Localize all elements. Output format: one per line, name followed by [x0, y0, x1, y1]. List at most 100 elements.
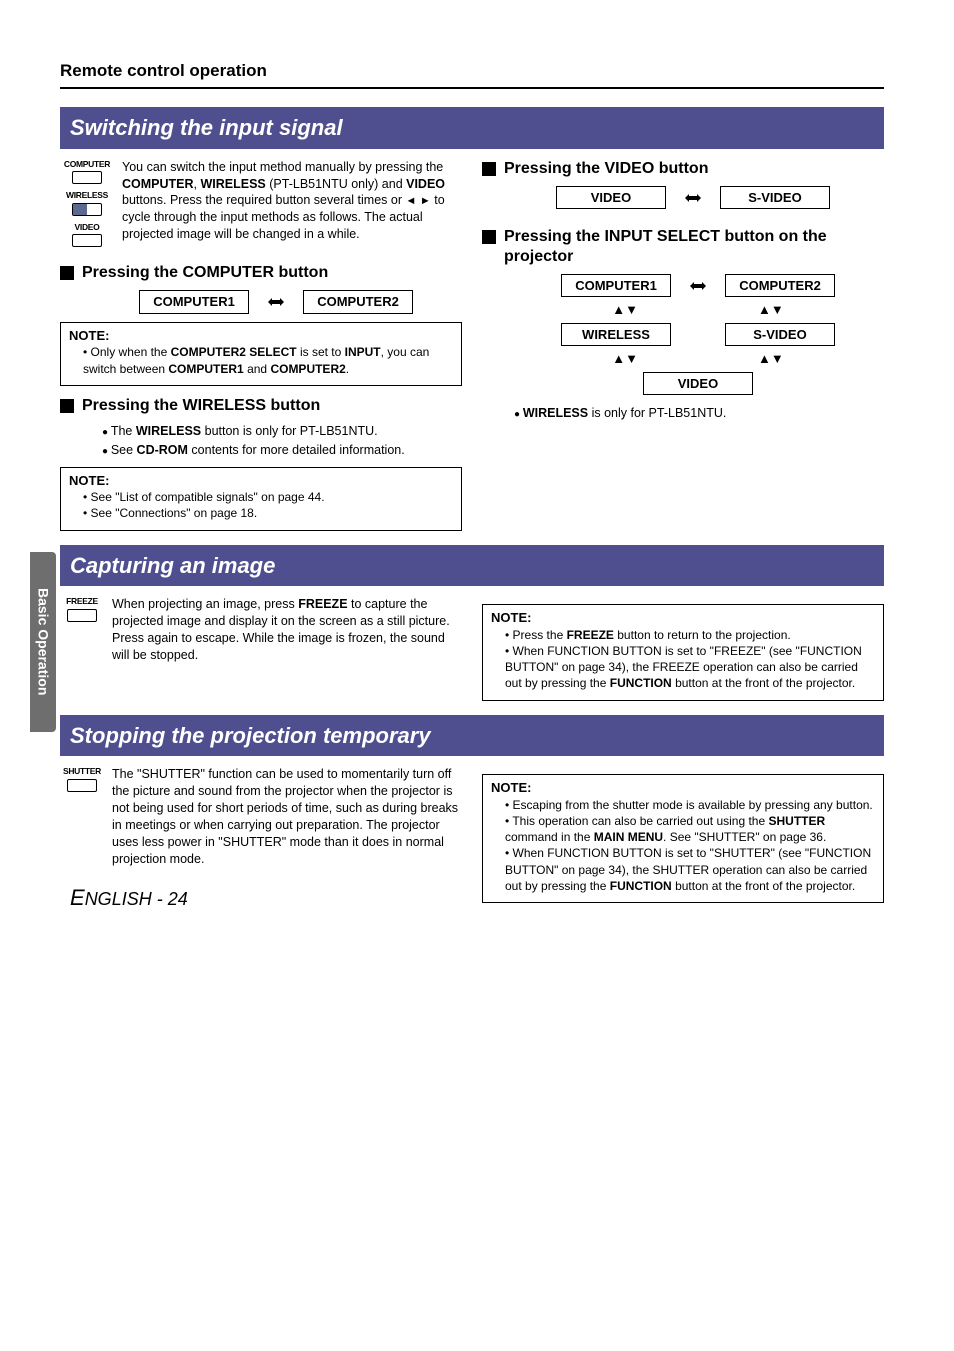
t: NGLISH [85, 889, 152, 909]
shutter-paragraph: The "SHUTTER" function can be used to mo… [112, 766, 462, 867]
note-freeze: NOTE: Press the FREEZE button to return … [482, 604, 884, 700]
heading-text: Pressing the VIDEO button [504, 159, 708, 178]
heading-input-select: Pressing the INPUT SELECT button on the … [482, 227, 884, 265]
up-down-arrow-icon: ▲▼ [758, 350, 784, 368]
box-computer1: COMPUTER1 [561, 274, 671, 298]
note-title: NOTE: [491, 609, 875, 627]
left-triangle-icon: ◄ [405, 195, 416, 207]
computer-button-icon: COMPUTER [60, 159, 114, 184]
box-computer1: COMPUTER1 [139, 290, 249, 314]
heading-text: Pressing the WIRELESS button [82, 396, 320, 415]
t: SHUTTER [768, 814, 825, 828]
t: The [111, 424, 136, 438]
label: COMPUTER [64, 159, 110, 170]
t: FREEZE [567, 628, 614, 642]
note-item: When FUNCTION BUTTON is set to "FREEZE" … [505, 643, 875, 692]
t: You can switch the input method manually… [122, 160, 443, 174]
section-bar-switching: Switching the input signal [60, 107, 884, 149]
square-bullet-icon [482, 162, 496, 176]
video-button-icon: VIDEO [60, 222, 114, 247]
box-svideo: S-VIDEO [725, 323, 835, 347]
t: button to return to the projection. [614, 628, 791, 642]
bullet-item: The WIRELESS button is only for PT-LB51N… [102, 423, 462, 440]
page: Basic Operation Remote control operation… [0, 0, 954, 953]
heading-video: Pressing the VIDEO button [482, 159, 884, 178]
right-column: NOTE: Escaping from the shutter mode is … [482, 766, 884, 913]
t: is only for PT-LB51NTU. [588, 406, 726, 420]
note-item: See "List of compatible signals" on page… [83, 489, 453, 505]
t: WIRELESS [200, 177, 265, 191]
right-column: Pressing the VIDEO button VIDEO S-VIDEO … [482, 159, 884, 541]
label: VIDEO [75, 222, 100, 233]
t: COMPUTER2 [270, 362, 345, 376]
t: contents for more detailed information. [188, 443, 405, 457]
t: Press the [513, 628, 567, 642]
note-item: See "Connections" on page 18. [83, 505, 453, 521]
t: VIDEO [406, 177, 445, 191]
t: FUNCTION [610, 879, 672, 893]
heading-text: Pressing the INPUT SELECT button on the … [504, 227, 884, 265]
note-title: NOTE: [69, 472, 453, 490]
note-title: NOTE: [491, 779, 875, 797]
box-computer2: COMPUTER2 [725, 274, 835, 298]
wireless-bullets: The WIRELESS button is only for PT-LB51N… [88, 423, 462, 459]
t: . See "SHUTTER" on page 36. [663, 830, 826, 844]
note-item: When FUNCTION BUTTON is set to "SHUTTER"… [505, 845, 875, 894]
freeze-paragraph: When projecting an image, press FREEZE t… [112, 596, 462, 664]
left-column: FREEZE When projecting an image, press F… [60, 596, 462, 710]
label: WIRELESS [66, 190, 108, 201]
remote-button-icons: COMPUTER WIRELESS VIDEO [60, 159, 114, 253]
double-arrow-icon [689, 280, 707, 292]
video-diagram: VIDEO S-VIDEO [502, 186, 884, 210]
shutter-button-icon: SHUTTER [60, 766, 104, 797]
t: When projecting an image, press [112, 597, 298, 611]
t: buttons. Press the required button sever… [122, 193, 405, 207]
section-bar-capturing: Capturing an image [60, 545, 884, 587]
t: WIRELESS [136, 424, 201, 438]
t: E [70, 885, 85, 910]
box-video: VIDEO [643, 372, 753, 396]
square-bullet-icon [60, 266, 74, 280]
label: SHUTTER [63, 766, 101, 777]
t: (PT-LB51NTU only) and [266, 177, 406, 191]
bullet-item: See CD-ROM contents for more detailed in… [102, 442, 462, 459]
input-select-diagram: COMPUTER1 COMPUTER2 ▲▼ ▲▼ WIRELESS S-VID… [512, 274, 884, 396]
side-tab: Basic Operation [30, 552, 56, 732]
section-bar-stopping: Stopping the projection temporary [60, 715, 884, 757]
computer-diagram: COMPUTER1 COMPUTER2 [90, 290, 462, 314]
note-item: Only when the COMPUTER2 SELECT is set to… [83, 344, 453, 376]
right-triangle-icon: ► [420, 195, 431, 207]
t: button at the front of the projector. [672, 676, 855, 690]
t: button is only for PT-LB51NTU. [201, 424, 377, 438]
up-down-arrow-icon: ▲▼ [758, 301, 784, 319]
t: FREEZE [298, 597, 347, 611]
box-svideo: S-VIDEO [720, 186, 830, 210]
note-shutter: NOTE: Escaping from the shutter mode is … [482, 774, 884, 903]
t: WIRELESS [523, 406, 588, 420]
left-column: COMPUTER WIRELESS VIDEO You can switch t… [60, 159, 462, 541]
square-bullet-icon [482, 230, 496, 244]
t: COMPUTER1 [168, 362, 243, 376]
t: CD-ROM [137, 443, 188, 457]
double-arrow-icon [267, 296, 285, 308]
freeze-button-icon: FREEZE [60, 596, 104, 627]
note-title: NOTE: [69, 327, 453, 345]
heading-computer: Pressing the COMPUTER button [60, 263, 462, 282]
label: FREEZE [66, 596, 98, 607]
t: FUNCTION [610, 676, 672, 690]
t: and [244, 362, 271, 376]
topic-title: Remote control operation [60, 60, 884, 89]
box-computer2: COMPUTER2 [303, 290, 413, 314]
t: Only when the [91, 345, 171, 359]
intro-paragraph: You can switch the input method manually… [122, 159, 462, 243]
box-wireless: WIRELESS [561, 323, 671, 347]
t: See [111, 443, 137, 457]
note-computer: NOTE: Only when the COMPUTER2 SELECT is … [60, 322, 462, 386]
t: button at the front of the projector. [672, 879, 855, 893]
right-column: NOTE: Press the FREEZE button to return … [482, 596, 884, 710]
bullet-item: WIRELESS is only for PT-LB51NTU. [514, 405, 884, 422]
t: command in the [505, 830, 594, 844]
t: is set to [297, 345, 345, 359]
wireless-button-icon: WIRELESS [60, 190, 114, 215]
note-signals: NOTE: See "List of compatible signals" o… [60, 467, 462, 531]
